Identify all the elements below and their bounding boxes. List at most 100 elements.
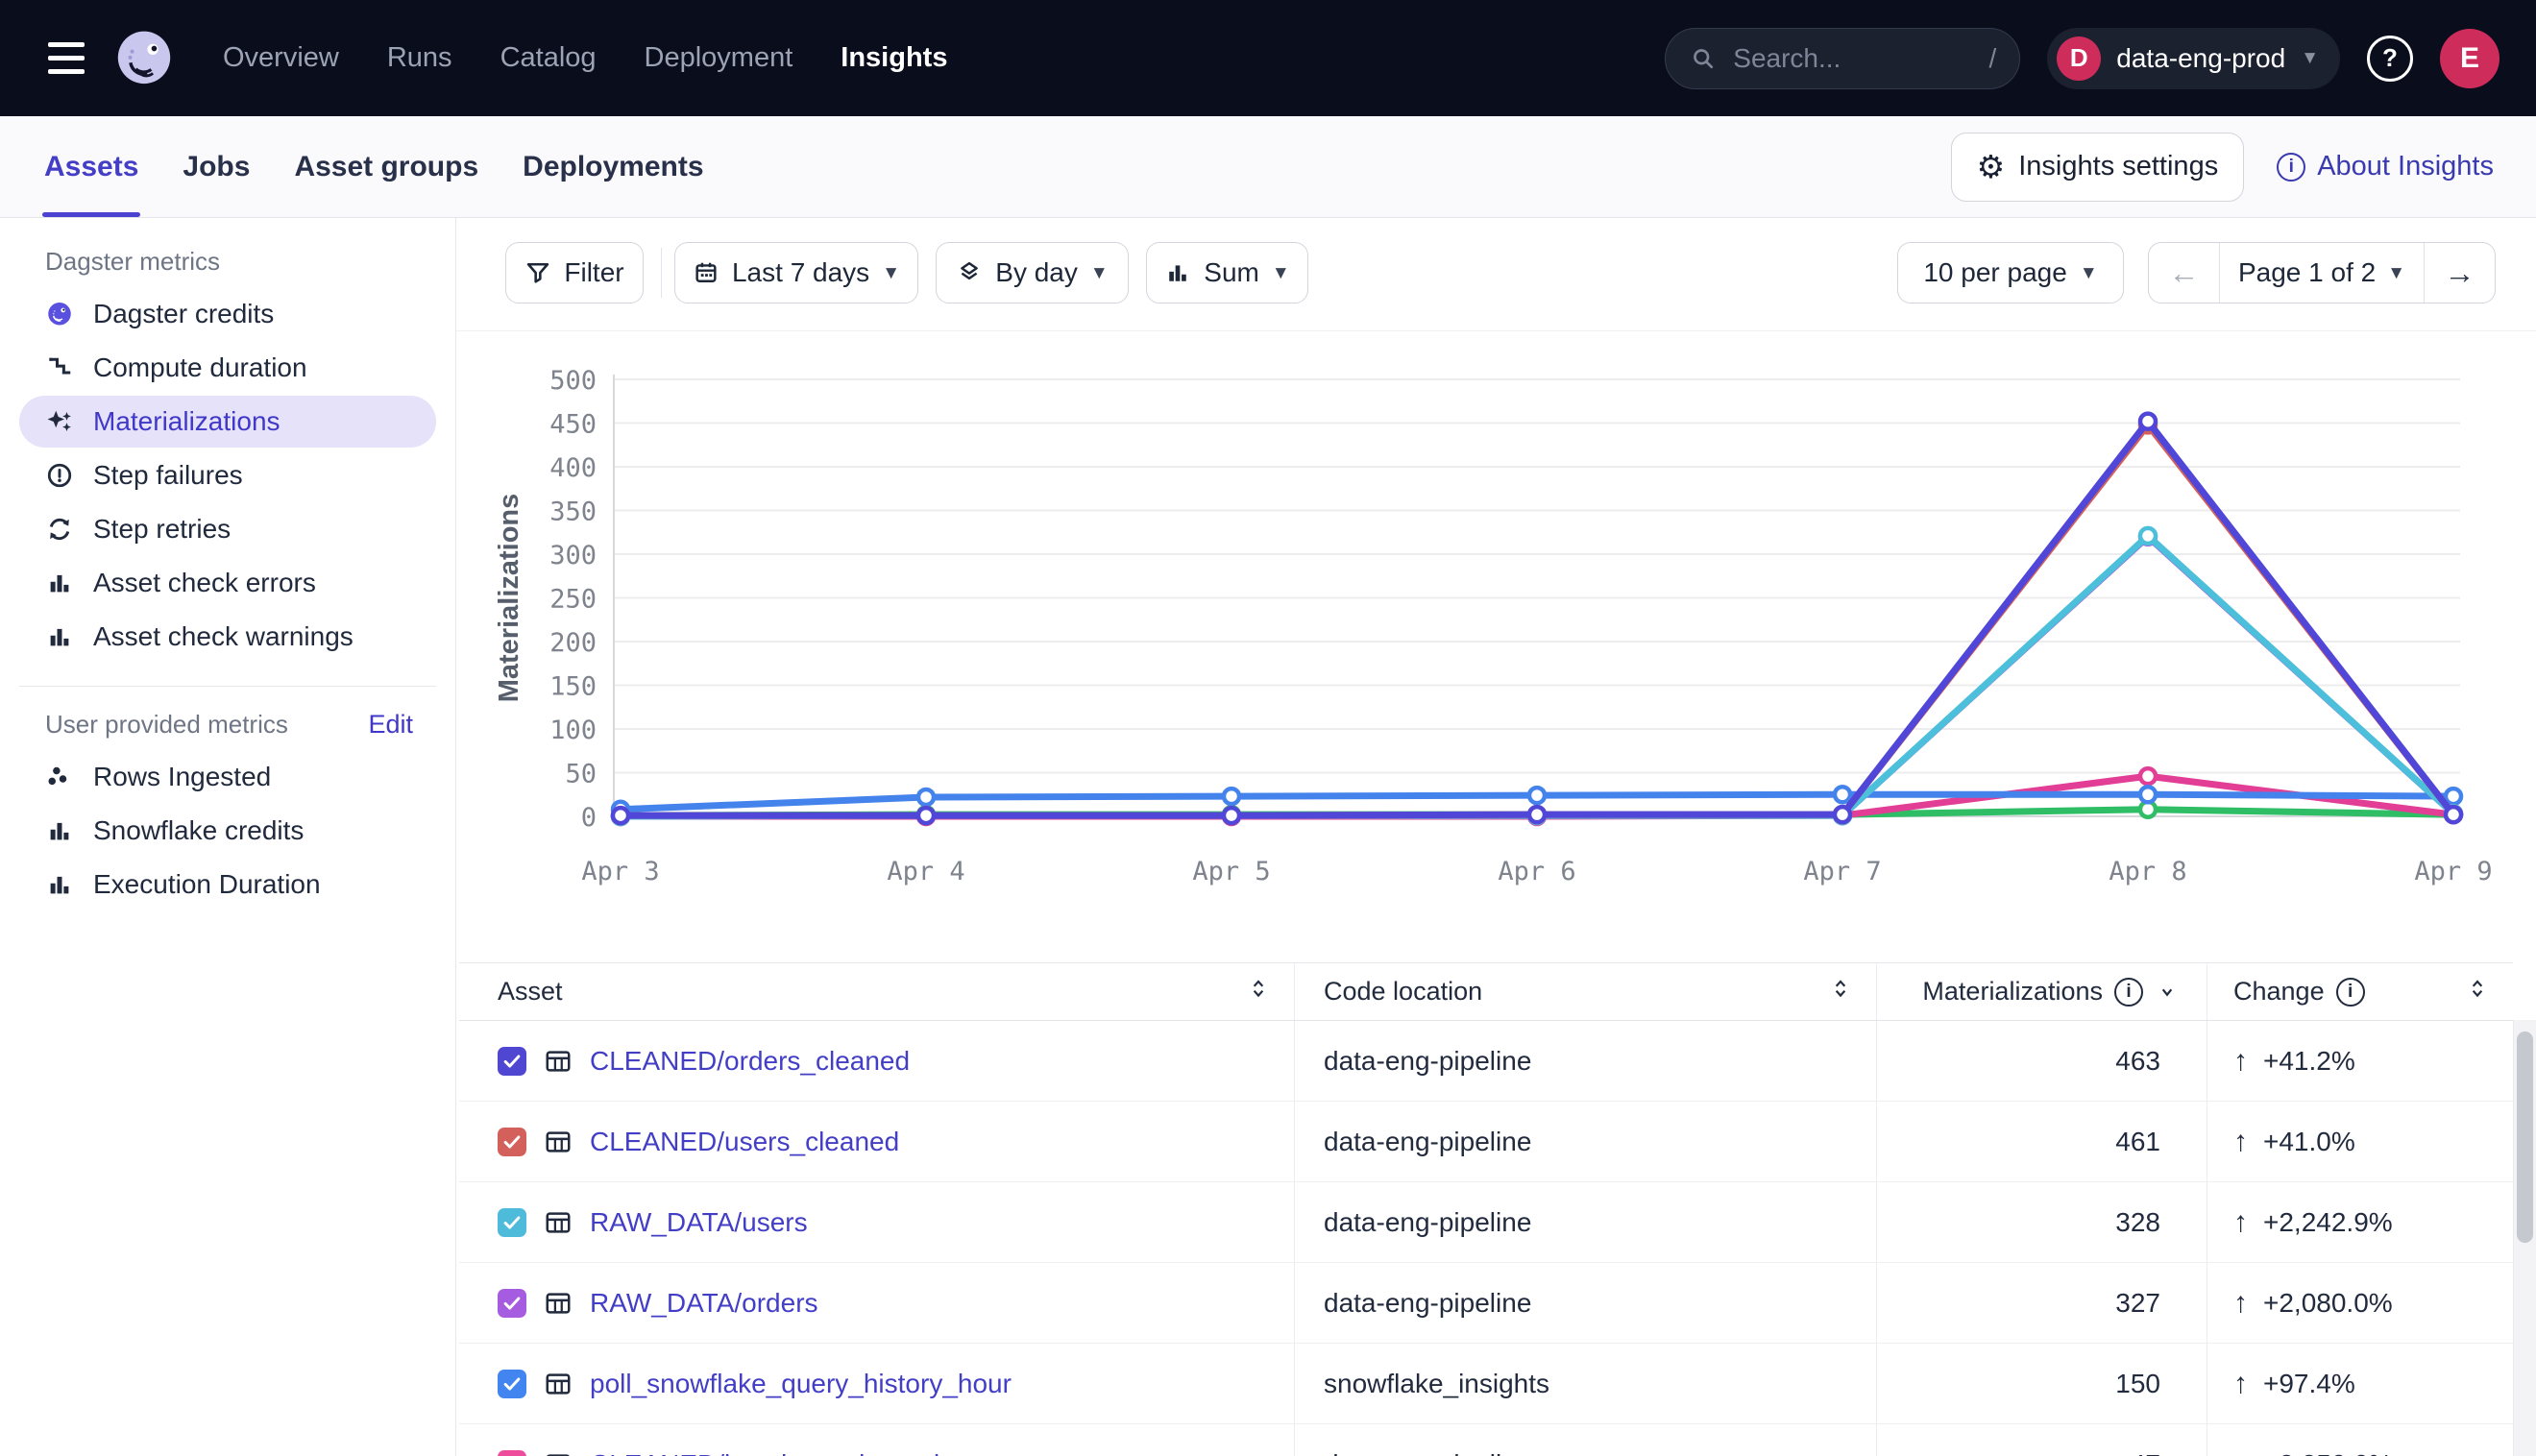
svg-text:Apr 3: Apr 3	[581, 857, 659, 886]
sort-icon[interactable]	[2465, 976, 2490, 1007]
asset-link[interactable]: poll_snowflake_query_history_hour	[590, 1369, 1012, 1399]
table-asset-icon	[544, 1208, 573, 1237]
chevron-down-icon: ▼	[1090, 264, 1109, 282]
row-checkbox[interactable]	[498, 1370, 526, 1398]
date-range-button[interactable]: Last 7 days ▼	[674, 242, 918, 303]
svg-text:450: 450	[549, 410, 597, 440]
row-checkbox[interactable]	[498, 1208, 526, 1237]
change-value: +41.0%	[2263, 1127, 2355, 1157]
asset-link[interactable]: RAW_DATA/orders	[590, 1288, 818, 1319]
chevron-down-icon[interactable]	[2155, 980, 2180, 1005]
table-row: CLEANED/orders_cleaned data-eng-pipeline4…	[459, 1021, 2513, 1102]
help-icon[interactable]: ?	[2367, 36, 2413, 82]
sidebar-item-rows-ingested[interactable]: Rows Ingested	[19, 751, 436, 803]
sidebar-item-compute-duration[interactable]: Compute duration	[19, 342, 436, 394]
svg-text:Apr 4: Apr 4	[887, 857, 964, 886]
previous-page-button[interactable]: ←	[2149, 243, 2220, 303]
tab-jobs[interactable]: Jobs	[183, 116, 250, 217]
code-location-cell: data-eng-pipeline	[1295, 1102, 1877, 1181]
sort-icon[interactable]	[1246, 976, 1271, 1007]
org-switcher[interactable]: D data-eng-prod ▼	[2047, 28, 2340, 89]
table-asset-icon	[544, 1450, 573, 1456]
svg-text:Apr 9: Apr 9	[2414, 857, 2492, 886]
materializations-cell: 463	[1877, 1021, 2207, 1101]
edit-metrics-link[interactable]: Edit	[368, 710, 413, 740]
asset-link[interactable]: CLEANED/users_cleaned	[590, 1127, 899, 1157]
svg-text:Materializations: Materializations	[494, 494, 524, 703]
nav-item-overview[interactable]: Overview	[223, 42, 339, 74]
up-arrow-icon: ↑	[2233, 1368, 2248, 1400]
materializations-line-chart: 050100150200250300350400450500Apr 3Apr 4…	[456, 346, 2536, 922]
about-insights-link[interactable]: i About Insights	[2277, 151, 2494, 182]
granularity-button[interactable]: By day ▼	[936, 242, 1129, 303]
aggregation-button[interactable]: Sum ▼	[1146, 242, 1308, 303]
sidebar-item-label: Step failures	[93, 460, 243, 491]
asset-link[interactable]: CLEANED/locations_cleaned	[590, 1449, 939, 1456]
tab-assets[interactable]: Assets	[44, 116, 138, 217]
row-checkbox[interactable]	[498, 1047, 526, 1076]
filter-button[interactable]: Filter	[505, 242, 644, 303]
up-arrow-icon: ↑	[2233, 1206, 2248, 1239]
svg-text:200: 200	[549, 628, 597, 658]
sidebar-item-label: Asset check errors	[93, 568, 316, 598]
table-scrollbar[interactable]	[2513, 1020, 2536, 1456]
materializations-cell: 327	[1877, 1263, 2207, 1343]
sort-icon[interactable]	[1828, 976, 1853, 1007]
sidebar-item-snowflake-credits[interactable]: Snowflake credits	[19, 805, 436, 857]
change-value: +41.2%	[2263, 1046, 2355, 1077]
sidebar-item-label: Step retries	[93, 514, 231, 545]
info-icon[interactable]: i	[2336, 978, 2365, 1007]
sidebar-item-execution-duration[interactable]: Execution Duration	[19, 859, 436, 910]
menu-icon[interactable]	[48, 42, 85, 74]
change-cell: ↑+97.4%	[2207, 1344, 2513, 1423]
next-page-button[interactable]: →	[2424, 243, 2495, 303]
code-location-cell: data-eng-pipeline	[1295, 1021, 1877, 1101]
sidebar-item-label: Rows Ingested	[93, 762, 271, 792]
sidebar-item-materializations[interactable]: Materializations	[19, 396, 436, 448]
row-checkbox[interactable]	[498, 1289, 526, 1318]
insights-settings-button[interactable]: ⚙ Insights settings	[1951, 133, 2245, 202]
dagster-metrics-heading: Dagster metrics	[45, 247, 220, 277]
sidebar-item-asset-check-errors[interactable]: Asset check errors	[19, 557, 436, 609]
nav-item-insights[interactable]: Insights	[841, 42, 947, 74]
per-page-button[interactable]: 10 per page ▼	[1897, 242, 2124, 303]
tab-asset-groups[interactable]: Asset groups	[294, 116, 478, 217]
top-nav: Overview Runs Catalog Deployment Insights Se…	[0, 0, 2536, 116]
asset-link[interactable]: RAW_DATA/users	[590, 1207, 808, 1238]
user-avatar[interactable]: E	[2440, 29, 2499, 88]
materializations-cell: 47	[1877, 1424, 2207, 1456]
svg-text:Apr 6: Apr 6	[1498, 857, 1575, 886]
chevron-down-icon: ▼	[2301, 49, 2319, 67]
table-row: RAW_DATA/usersdata-eng-pipeline328↑+2,24…	[459, 1182, 2513, 1263]
column-header-code-location: Code location	[1324, 977, 1482, 1007]
asset-link[interactable]: CLEANED/orders_cleaned	[590, 1046, 910, 1077]
materializations-cell: 150	[1877, 1344, 2207, 1423]
nav-item-catalog[interactable]: Catalog	[500, 42, 597, 74]
row-checkbox[interactable]	[498, 1450, 526, 1456]
info-icon[interactable]: i	[2114, 978, 2143, 1007]
dagster-logo-icon[interactable]	[111, 26, 177, 91]
tab-deployments[interactable]: Deployments	[523, 116, 703, 217]
up-arrow-icon: ↑	[2233, 1045, 2248, 1078]
sidebar-item-label: Dagster credits	[93, 299, 274, 329]
search-input[interactable]: Search... /	[1665, 28, 2020, 89]
chevron-down-icon: ▼	[882, 264, 900, 282]
bars-icon	[45, 569, 74, 597]
change-cell: ↑ +41.2%	[2207, 1021, 2513, 1101]
nav-item-deployment[interactable]: Deployment	[645, 42, 793, 74]
layers-icon	[956, 259, 983, 286]
svg-text:250: 250	[549, 585, 597, 615]
table-row: CLEANED/users_cleaneddata-eng-pipeline46…	[459, 1102, 2513, 1182]
primary-nav: Overview Runs Catalog Deployment Insights	[223, 42, 947, 74]
sidebar-item-dagster-credits[interactable]: Dagster credits	[19, 288, 436, 340]
nav-item-runs[interactable]: Runs	[387, 42, 452, 74]
sidebar-item-asset-check-warnings[interactable]: Asset check warnings	[19, 611, 436, 663]
page-selector[interactable]: Page 1 of 2 ▼	[2220, 243, 2424, 303]
row-checkbox[interactable]	[498, 1128, 526, 1156]
sidebar-item-step-retries[interactable]: Step retries	[19, 503, 436, 555]
svg-text:350: 350	[549, 497, 597, 527]
sidebar-item-step-failures[interactable]: Step failures	[19, 449, 436, 501]
scrollbar-thumb[interactable]	[2517, 1031, 2533, 1243]
sidebar-item-label: Snowflake credits	[93, 815, 304, 846]
assets-table: Asset Code location Materializations i	[459, 962, 2513, 1456]
